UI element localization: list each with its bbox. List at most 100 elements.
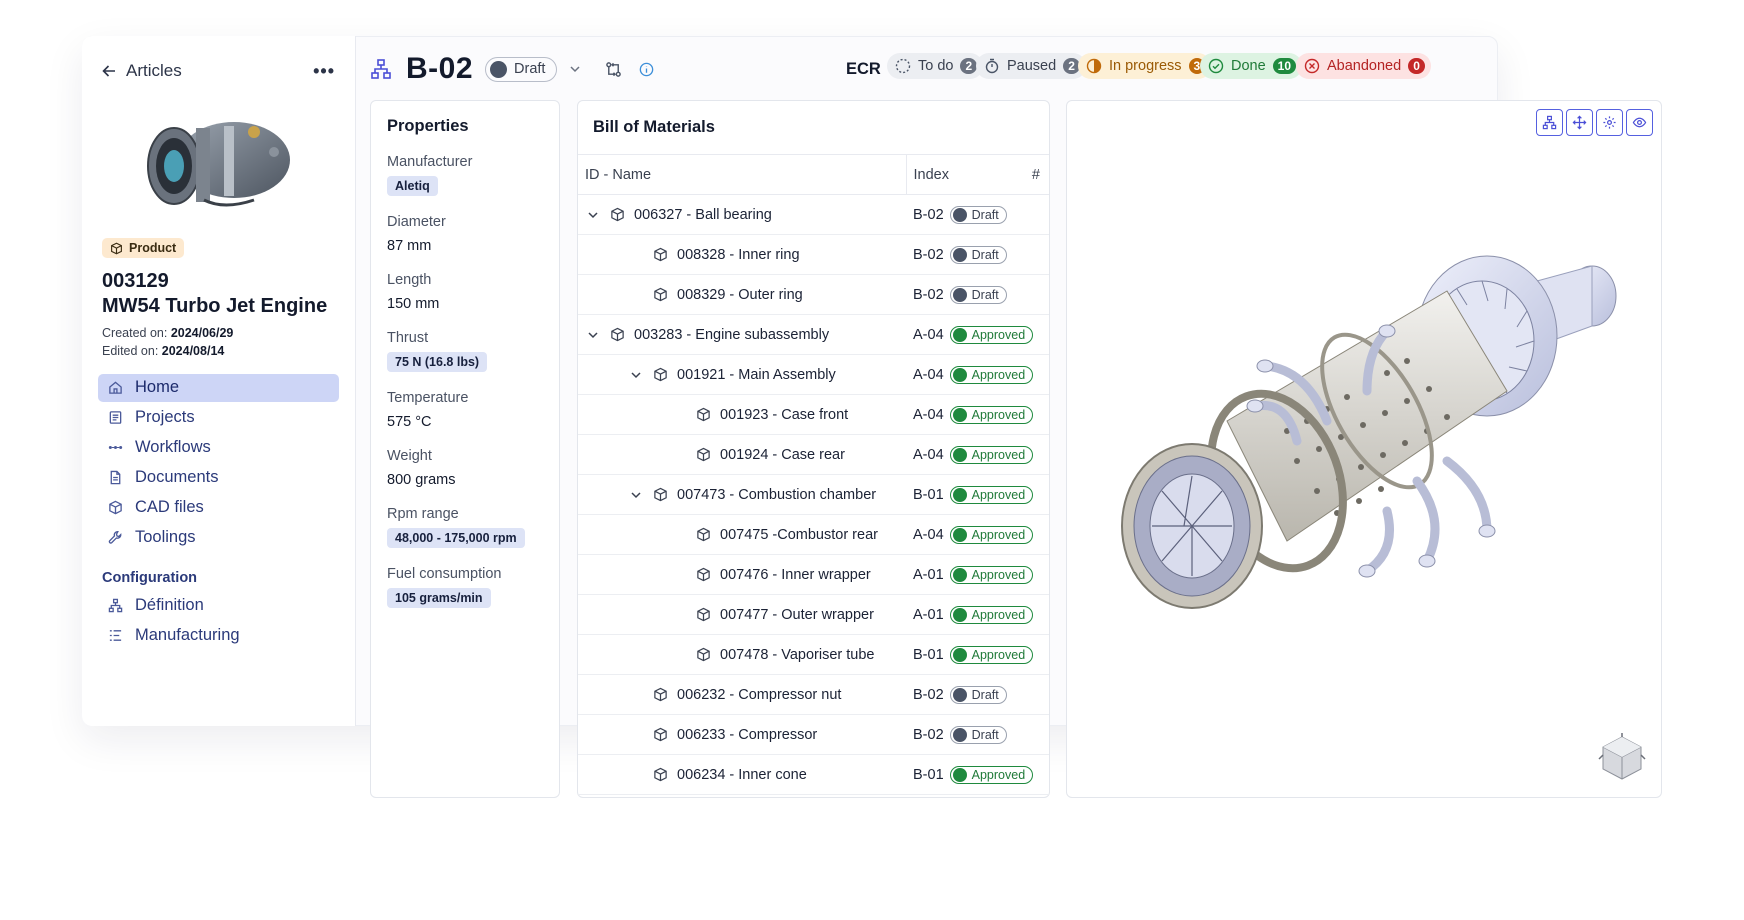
property-temperature: Temperature 575 °C [387,390,543,430]
bom-index-cell: B-02 Draft [906,674,1049,715]
status-count: 0 [1408,58,1425,74]
ecr-status-in-progress[interactable]: In progress 3 [1078,53,1212,79]
info-icon[interactable] [638,61,655,78]
bom-row[interactable]: 007477 - Outer wrapper A-01 Approved [578,594,1049,635]
draft-state-icon [952,727,967,742]
property-label: Diameter [387,214,446,230]
properties-title: Properties [387,117,469,135]
state-pill[interactable]: Approved [949,485,1034,504]
status-count: 2 [960,58,978,74]
ecr-status-paused[interactable]: Paused 2 [976,53,1086,79]
cad-viewer-panel[interactable] [1066,100,1662,798]
chevron-down-icon[interactable] [587,209,599,221]
viewer-explode-button[interactable] [1596,109,1623,136]
sidebar-item-cad-files[interactable]: CAD files [98,494,339,522]
bom-item-name: 006232 - Compressor nut [677,686,842,703]
bom-row[interactable]: 007476 - Inner wrapper A-01 Approved [578,554,1049,595]
bom-row[interactable]: 001921 - Main Assembly A-04 Approved [578,354,1049,395]
bom-row[interactable]: 001924 - Case rear A-04 Approved [578,434,1049,475]
column-header-count[interactable]: # [1019,154,1049,195]
cube-icon [697,407,710,422]
chevron-down-icon[interactable] [630,369,642,381]
bom-row[interactable]: 008328 - Inner ring B-02 Draft [578,234,1049,275]
sidebar-item-home[interactable]: Home [98,373,339,402]
bom-index-cell: A-04 Approved [906,314,1049,355]
state-label: Approved [971,767,1026,782]
state-pill[interactable]: Draft [949,285,1007,304]
state-pill[interactable]: Draft [949,725,1007,744]
sidebar-item-documents[interactable]: Documents [98,464,339,492]
state-pill[interactable]: Draft [949,685,1007,704]
bom-item-index: B-01 [913,486,944,503]
column-header-id-name[interactable]: ID - Name [578,154,907,195]
chevron-down-icon[interactable] [587,329,599,341]
sidebar-item-definition[interactable]: Définition [98,592,339,620]
half-circle-icon [1086,58,1102,74]
draft-state-icon [952,687,967,702]
bom-row[interactable]: 006234 - Inner cone B-01 Approved [578,754,1049,795]
chevron-down-icon[interactable] [569,63,581,75]
sidebar-item-workflows[interactable]: Workflows [98,434,339,462]
state-pill[interactable]: Approved [949,605,1034,624]
back-to-articles-link[interactable]: Articles [102,61,182,81]
tree-icon [371,59,391,79]
bom-index-cell: B-01 Approved [906,474,1049,515]
ecr-status-done[interactable]: Done 10 [1200,53,1303,79]
viewer-tree-button[interactable] [1536,109,1563,136]
sidebar-item-projects[interactable]: Projects [98,404,339,432]
ecr-label: ECR [846,59,881,78]
more-options-button[interactable]: ••• [313,61,335,82]
bom-name-cell: 006327 - Ball bearing [578,194,906,235]
bom-row[interactable]: 007478 - Vaporiser tube B-01 Approved [578,634,1049,675]
state-pill[interactable]: Draft [949,205,1007,224]
state-pill[interactable]: Approved [949,765,1034,784]
bom-row[interactable]: 008329 - Outer ring B-02 Draft [578,274,1049,315]
product-thumbnail [146,122,290,207]
compare-revisions-icon[interactable] [605,61,622,78]
approved-state-icon [952,567,967,582]
state-pill[interactable]: Approved [949,365,1034,384]
state-pill[interactable]: Approved [949,525,1034,544]
bom-item-index: A-01 [913,566,944,583]
bom-item-name: 001921 - Main Assembly [677,366,836,383]
chevron-down-icon[interactable] [630,489,642,501]
sidebar-item-label: Workflows [135,438,211,456]
ecr-status-abandoned[interactable]: Abandoned 0 [1296,53,1431,79]
revision-state-pill[interactable]: Draft [485,56,558,82]
bom-row[interactable]: 007475 -Combustor rear A-04 Approved [578,514,1049,555]
bom-row[interactable]: 003283 - Engine subassembly A-04 Approved [578,314,1049,355]
bom-item-name: 007478 - Vaporiser tube [720,646,875,663]
state-label: Approved [971,527,1026,542]
bom-item-index: A-04 [913,326,944,343]
bom-row[interactable]: 006232 - Compressor nut B-02 Draft [578,674,1049,715]
state-pill[interactable]: Approved [949,405,1034,424]
viewer-visibility-button[interactable] [1626,109,1653,136]
bom-index-cell: B-01 Approved [906,634,1049,675]
state-pill[interactable]: Approved [949,325,1034,344]
bom-item-name: 007475 -Combustor rear [720,526,878,543]
bom-name: 008328 - Inner ring [578,247,906,263]
column-header-index[interactable]: Index [906,154,1019,195]
viewer-move-button[interactable] [1566,109,1593,136]
property-value: 75 N (16.8 lbs) [387,352,488,372]
bom-row[interactable]: 001923 - Case front A-04 Approved [578,394,1049,435]
property-weight: Weight 800 grams [387,448,543,488]
bom-name-cell: 001924 - Case rear [578,434,906,475]
state-pill[interactable]: Approved [949,645,1034,664]
bom-index-cell: B-02 Draft [906,274,1049,315]
state-pill[interactable]: Approved [949,565,1034,584]
bom-row[interactable]: 006233 - Compressor B-02 Draft [578,714,1049,755]
property-rpm-range: Rpm range 48,000 - 175,000 rpm [387,506,543,548]
state-pill[interactable]: Approved [949,445,1034,464]
back-row: Articles ••• [98,56,339,86]
cube-icon [654,247,667,262]
cube-icon [697,567,710,582]
bom-row[interactable]: 007473 - Combustion chamber B-01 Approved [578,474,1049,515]
sidebar-item-toolings[interactable]: Toolings [98,524,339,552]
sidebar-item-manufacturing[interactable]: Manufacturing [98,622,339,650]
bom-row[interactable]: 006327 - Ball bearing B-02 Draft [578,194,1049,235]
view-orientation-cube[interactable] [1595,731,1649,785]
engine-3d-model[interactable] [1087,251,1647,631]
ecr-status-todo[interactable]: To do 2 [887,53,984,79]
state-pill[interactable]: Draft [949,245,1007,264]
